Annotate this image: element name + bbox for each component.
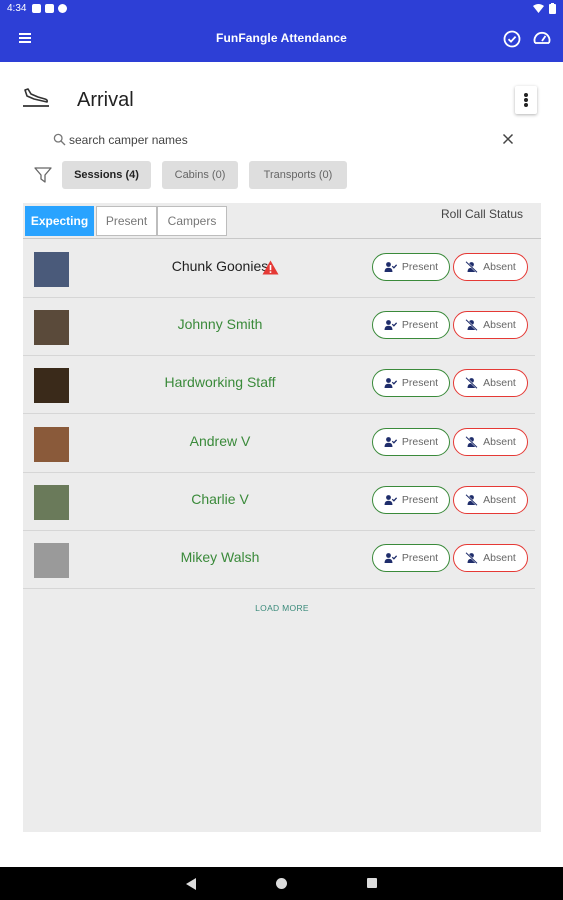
person-off-icon (465, 261, 478, 273)
battery-icon (549, 3, 556, 14)
absent-button-label: Absent (483, 494, 516, 506)
load-more-button[interactable]: LOAD MORE (23, 603, 541, 613)
camper-name: Mikey Walsh (180, 549, 260, 565)
kebab-dot (524, 103, 528, 107)
camper-name: Chunk Goonies (171, 258, 269, 274)
list-item: Charlie V Present Absent (23, 473, 535, 531)
list-item: Johnny Smith Present Absent (23, 298, 535, 356)
notification-icon (32, 4, 42, 13)
avatar (34, 485, 69, 520)
search-input[interactable] (69, 131, 489, 149)
warning-icon (262, 260, 279, 275)
present-button[interactable]: Present (372, 253, 450, 281)
present-button[interactable]: Present (372, 369, 450, 397)
camper-name: Hardworking Staff (164, 374, 276, 390)
status-bar: 4:34 (0, 0, 563, 17)
camper-name: Johnny Smith (177, 316, 263, 332)
app-bar: FunFangle Attendance (0, 17, 563, 62)
app-notification-icon (45, 4, 55, 13)
person-off-icon (465, 494, 478, 506)
absent-button-label: Absent (483, 261, 516, 273)
kebab-dot (524, 93, 528, 97)
tab-present[interactable]: Present (96, 206, 157, 236)
list-item: Chunk Goonies Present Absent (23, 240, 535, 298)
present-button[interactable]: Present (372, 428, 450, 456)
present-button[interactable]: Present (372, 311, 450, 339)
person-off-icon (465, 377, 478, 389)
sync-icon (58, 4, 68, 13)
present-button[interactable]: Present (372, 486, 450, 514)
recent-apps-icon[interactable] (367, 878, 377, 888)
present-button-label: Present (401, 436, 439, 448)
person-off-icon (465, 319, 478, 331)
app-title: FunFangle Attendance (216, 31, 347, 45)
absent-button[interactable]: Absent (453, 428, 528, 456)
filter-chip-sessions[interactable]: Sessions (4) (62, 161, 151, 189)
roll-call-status-label: Roll Call Status (441, 207, 524, 221)
absent-button-label: Absent (483, 552, 516, 564)
more-options-button[interactable] (515, 86, 537, 114)
status-time: 4:34 (7, 3, 27, 14)
list-item: Hardworking Staff Present Absent (23, 356, 535, 414)
avatar (34, 252, 69, 287)
list-item: Mikey Walsh Present Absent (23, 531, 535, 589)
plane-landing-icon (23, 88, 49, 107)
absent-button[interactable]: Absent (453, 253, 528, 281)
camper-name: Charlie V (191, 491, 249, 507)
person-check-icon (384, 553, 397, 563)
navigation-bar (0, 867, 563, 900)
camper-name: Andrew V (189, 433, 251, 449)
absent-button-label: Absent (483, 377, 516, 389)
list-item: Andrew V Present Absent (23, 415, 535, 473)
filter-chip-cabins[interactable]: Cabins (0) (162, 161, 238, 189)
person-check-icon (384, 262, 397, 272)
home-icon[interactable] (276, 878, 287, 889)
avatar (34, 368, 69, 403)
present-button[interactable]: Present (372, 544, 450, 572)
absent-button-label: Absent (483, 319, 516, 331)
tab-expecting[interactable]: Expecting (25, 206, 94, 236)
person-check-icon (384, 495, 397, 505)
absent-button[interactable]: Absent (453, 544, 528, 572)
page-title: Arrival (77, 89, 134, 111)
search-icon (53, 133, 66, 146)
check-circle-icon[interactable] (502, 29, 522, 49)
absent-button[interactable]: Absent (453, 311, 528, 339)
avatar (34, 310, 69, 345)
person-off-icon (465, 552, 478, 564)
filter-icon[interactable] (34, 166, 52, 184)
present-button-label: Present (401, 319, 439, 331)
person-off-icon (465, 436, 478, 448)
speedometer-icon[interactable] (532, 29, 552, 49)
filter-chip-transports[interactable]: Transports (0) (249, 161, 347, 189)
absent-button[interactable]: Absent (453, 369, 528, 397)
present-button-label: Present (401, 377, 439, 389)
absent-button-label: Absent (483, 436, 516, 448)
close-icon[interactable] (500, 131, 516, 147)
present-button-label: Present (401, 552, 439, 564)
person-check-icon (384, 378, 397, 388)
person-check-icon (384, 320, 397, 330)
avatar (34, 427, 69, 462)
absent-button[interactable]: Absent (453, 486, 528, 514)
divider (23, 238, 541, 239)
present-button-label: Present (401, 494, 439, 506)
back-icon[interactable] (186, 878, 197, 890)
avatar (34, 543, 69, 578)
tab-campers[interactable]: Campers (157, 206, 227, 236)
wifi-icon (533, 4, 544, 13)
present-button-label: Present (401, 261, 439, 273)
kebab-dot (524, 98, 528, 102)
person-check-icon (384, 437, 397, 447)
